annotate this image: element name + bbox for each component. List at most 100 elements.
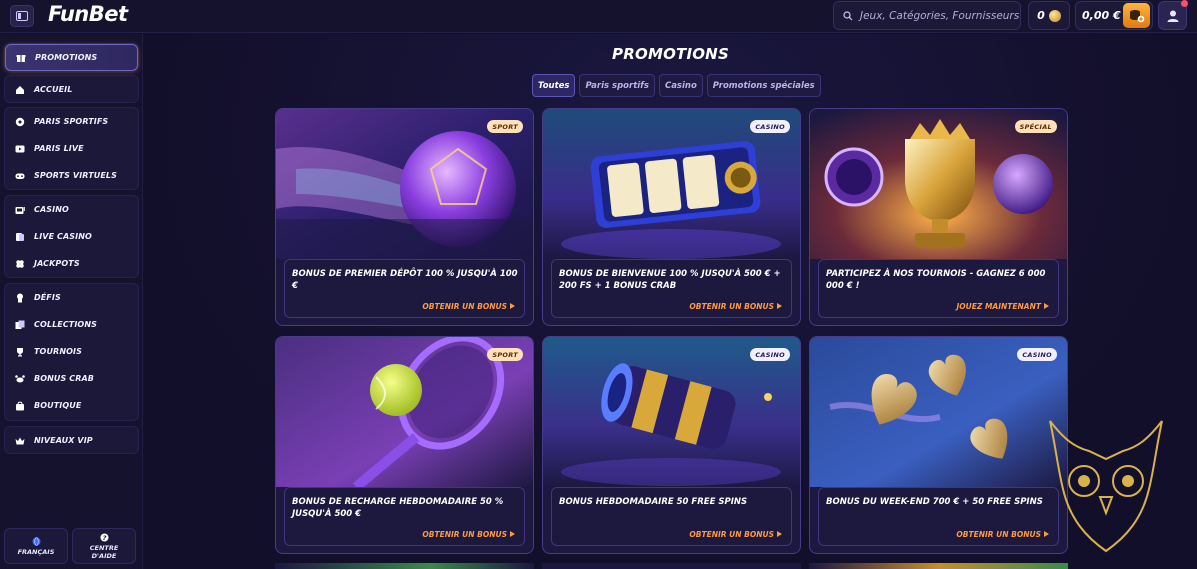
sidebar-item-jackpots[interactable]: JACKPOTS: [5, 250, 138, 277]
live-icon: [15, 144, 25, 154]
slot-machine-icon: [15, 205, 25, 215]
sidebar-item-promotions[interactable]: PROMOTIONS: [5, 44, 138, 71]
tab-casino[interactable]: Casino: [658, 74, 703, 97]
next-card-peek: [809, 563, 1068, 569]
promo-title: BONUS DU WEEK-END 700 € + 50 FREE SPINS: [826, 497, 1043, 507]
sidebar: PROMOTIONS ACCUEIL PARIS SPORTIFS PARIS …: [0, 34, 143, 569]
arrow-right-icon: [777, 303, 782, 309]
get-bonus-link[interactable]: OBTENIR UN BONUS: [422, 302, 507, 311]
category-badge: CASINO: [1017, 348, 1057, 361]
next-card-peek: [275, 563, 534, 569]
card-info-panel: BONUS DE BIENVENUE 100 % JUSQU'À 500 € +…: [551, 259, 792, 318]
category-badge: SPORT: [487, 120, 523, 133]
sidebar-item-casino[interactable]: CASINO: [5, 196, 138, 223]
language-button[interactable]: FRANÇAIS: [4, 528, 68, 564]
sidebar-toggle-button[interactable]: [10, 5, 34, 27]
filter-tabs: Toutes Paris sportifs Casino Promotions …: [532, 74, 821, 97]
promo-card[interactable]: CASINO BONUS DU WEEK-END 700 € + 50 FREE…: [809, 336, 1068, 554]
funbet-logo[interactable]: FunBet: [48, 2, 128, 26]
play-now-link[interactable]: JOUEZ MAINTENANT: [957, 302, 1041, 311]
promo-title: BONUS DE PREMIER DÉPÔT 100 % JUSQU'À 100…: [292, 269, 518, 291]
coin-icon: [1048, 9, 1061, 22]
sidebar-item-label: PROMOTIONS: [35, 53, 98, 62]
svg-text:?: ?: [102, 534, 106, 542]
sidebar-group-sports: PARIS SPORTIFS PARIS LIVE SPORTS VIRTUEL…: [4, 107, 139, 190]
promo-title: PARTICIPEZ À NOS TOURNOIS - GAGNEZ 6 000…: [826, 269, 1046, 291]
get-bonus-link[interactable]: OBTENIR UN BONUS: [956, 530, 1041, 539]
owl-watermark-logo: [1049, 420, 1163, 553]
crab-icon: [15, 374, 25, 384]
deposit-button[interactable]: [1123, 3, 1150, 28]
tab-paris-sportifs[interactable]: Paris sportifs: [579, 74, 655, 97]
sidebar-item-paris-sportifs[interactable]: PARIS SPORTIFS: [5, 108, 138, 135]
page-title: PROMOTIONS: [612, 45, 729, 63]
sidebar-item-label: BOUTIQUE: [34, 401, 82, 410]
arrow-right-icon: [510, 531, 515, 537]
card-info-panel: BONUS DU WEEK-END 700 € + 50 FREE SPINS …: [818, 487, 1059, 546]
wallet-balance: 0,00 €: [1082, 9, 1121, 22]
get-bonus-link[interactable]: OBTENIR UN BONUS: [689, 302, 774, 311]
arrow-right-icon: [1044, 303, 1049, 309]
category-badge: CASINO: [750, 348, 790, 361]
crown-icon: [15, 436, 25, 446]
get-bonus-link[interactable]: OBTENIR UN BONUS: [422, 530, 507, 539]
sidebar-item-label: SPORTS VIRTUELS: [34, 171, 117, 180]
tab-promotions-speciales[interactable]: Promotions spéciales: [706, 74, 821, 97]
sidebar-item-collections[interactable]: COLLECTIONS: [5, 311, 138, 338]
sidebar-item-label: PARIS LIVE: [34, 144, 84, 153]
sidebar-item-label: LIVE CASINO: [34, 232, 92, 241]
promo-title: BONUS DE BIENVENUE 100 % JUSQU'À 500 € +…: [559, 269, 781, 291]
sidebar-group-promotions: PROMOTIONS: [4, 43, 139, 71]
sidebar-toggle-icon: [16, 11, 28, 21]
get-bonus-link[interactable]: OBTENIR UN BONUS: [689, 530, 774, 539]
help-label-line2: D'AIDE: [91, 551, 117, 560]
tab-toutes[interactable]: Toutes: [532, 74, 576, 97]
sidebar-item-label: DÉFIS: [34, 293, 61, 302]
search-icon: [843, 10, 853, 20]
promo-card[interactable]: CASINO BONUS DE BIENVENUE 100 % JUSQU'À …: [542, 108, 801, 326]
promo-card[interactable]: SPORT BONUS DE PREMIER DÉPÔT 100 % JUSQU…: [275, 108, 534, 326]
sidebar-item-label: NIVEAUX VIP: [34, 436, 93, 445]
profile-button[interactable]: [1158, 0, 1188, 30]
wallet[interactable]: 0,00 €: [1075, 1, 1153, 30]
help-center-button[interactable]: ? CENTRE D'AIDE: [72, 528, 136, 564]
sidebar-item-paris-live[interactable]: PARIS LIVE: [5, 135, 138, 162]
promo-card[interactable]: CASINO BONUS HEBDOMADAIRE 50 FREE SPINS …: [542, 336, 801, 554]
sidebar-item-tournois[interactable]: TOURNOIS: [5, 338, 138, 365]
sidebar-item-accueil[interactable]: ACCUEIL: [5, 76, 138, 103]
card-info-panel: BONUS DE RECHARGE HEBDOMADAIRE 50 % JUSQ…: [284, 487, 525, 546]
sidebar-group-casino: CASINO LIVE CASINO JACKPOTS: [4, 195, 139, 278]
promo-title: BONUS HEBDOMADAIRE 50 FREE SPINS: [559, 497, 748, 507]
category-badge: SPORT: [487, 348, 523, 361]
sidebar-item-label: TOURNOIS: [34, 347, 82, 356]
sidebar-item-niveaux-vip[interactable]: NIVEAUX VIP: [5, 427, 138, 454]
globe-icon: [32, 536, 40, 546]
notification-badge: [1181, 0, 1188, 7]
help-label-line1: CENTRE: [89, 543, 119, 552]
card-info-panel: BONUS HEBDOMADAIRE 50 FREE SPINS OBTENIR…: [551, 487, 792, 546]
promo-card[interactable]: SPÉCIAL PARTICIPEZ À NOS TOURNOIS - GAGN…: [809, 108, 1068, 326]
user-icon: [1167, 10, 1178, 22]
virtual-sports-icon: [15, 171, 25, 181]
coins-balance[interactable]: 0: [1028, 1, 1070, 30]
search-input[interactable]: Jeux, Catégories, Fournisseurs: [833, 1, 1021, 30]
sidebar-item-bonus-crab[interactable]: BONUS CRAB: [5, 365, 138, 392]
help-icon: ?: [100, 533, 108, 542]
arrow-right-icon: [510, 303, 515, 309]
cards-icon: [15, 232, 25, 242]
sidebar-item-live-casino[interactable]: LIVE CASINO: [5, 223, 138, 250]
sidebar-item-sports-virtuels[interactable]: SPORTS VIRTUELS: [5, 162, 138, 189]
trophy-icon: [15, 347, 25, 357]
sidebar-item-label: CASINO: [34, 205, 69, 214]
promo-card[interactable]: SPORT BONUS DE RECHARGE HEBDOMADAIRE 50 …: [275, 336, 534, 554]
card-info-panel: PARTICIPEZ À NOS TOURNOIS - GAGNEZ 6 000…: [818, 259, 1059, 318]
language-label: FRANÇAIS: [17, 547, 55, 556]
soccer-ball-icon: [15, 117, 25, 127]
search-placeholder: Jeux, Catégories, Fournisseurs: [860, 9, 1020, 22]
card-info-panel: BONUS DE PREMIER DÉPÔT 100 % JUSQU'À 100…: [284, 259, 525, 318]
sidebar-item-label: BONUS CRAB: [34, 374, 94, 383]
sidebar-item-label: ACCUEIL: [34, 85, 73, 94]
coins-value: 0: [1037, 9, 1045, 22]
sidebar-item-boutique[interactable]: BOUTIQUE: [5, 392, 138, 419]
sidebar-item-defis[interactable]: DÉFIS: [5, 284, 138, 311]
